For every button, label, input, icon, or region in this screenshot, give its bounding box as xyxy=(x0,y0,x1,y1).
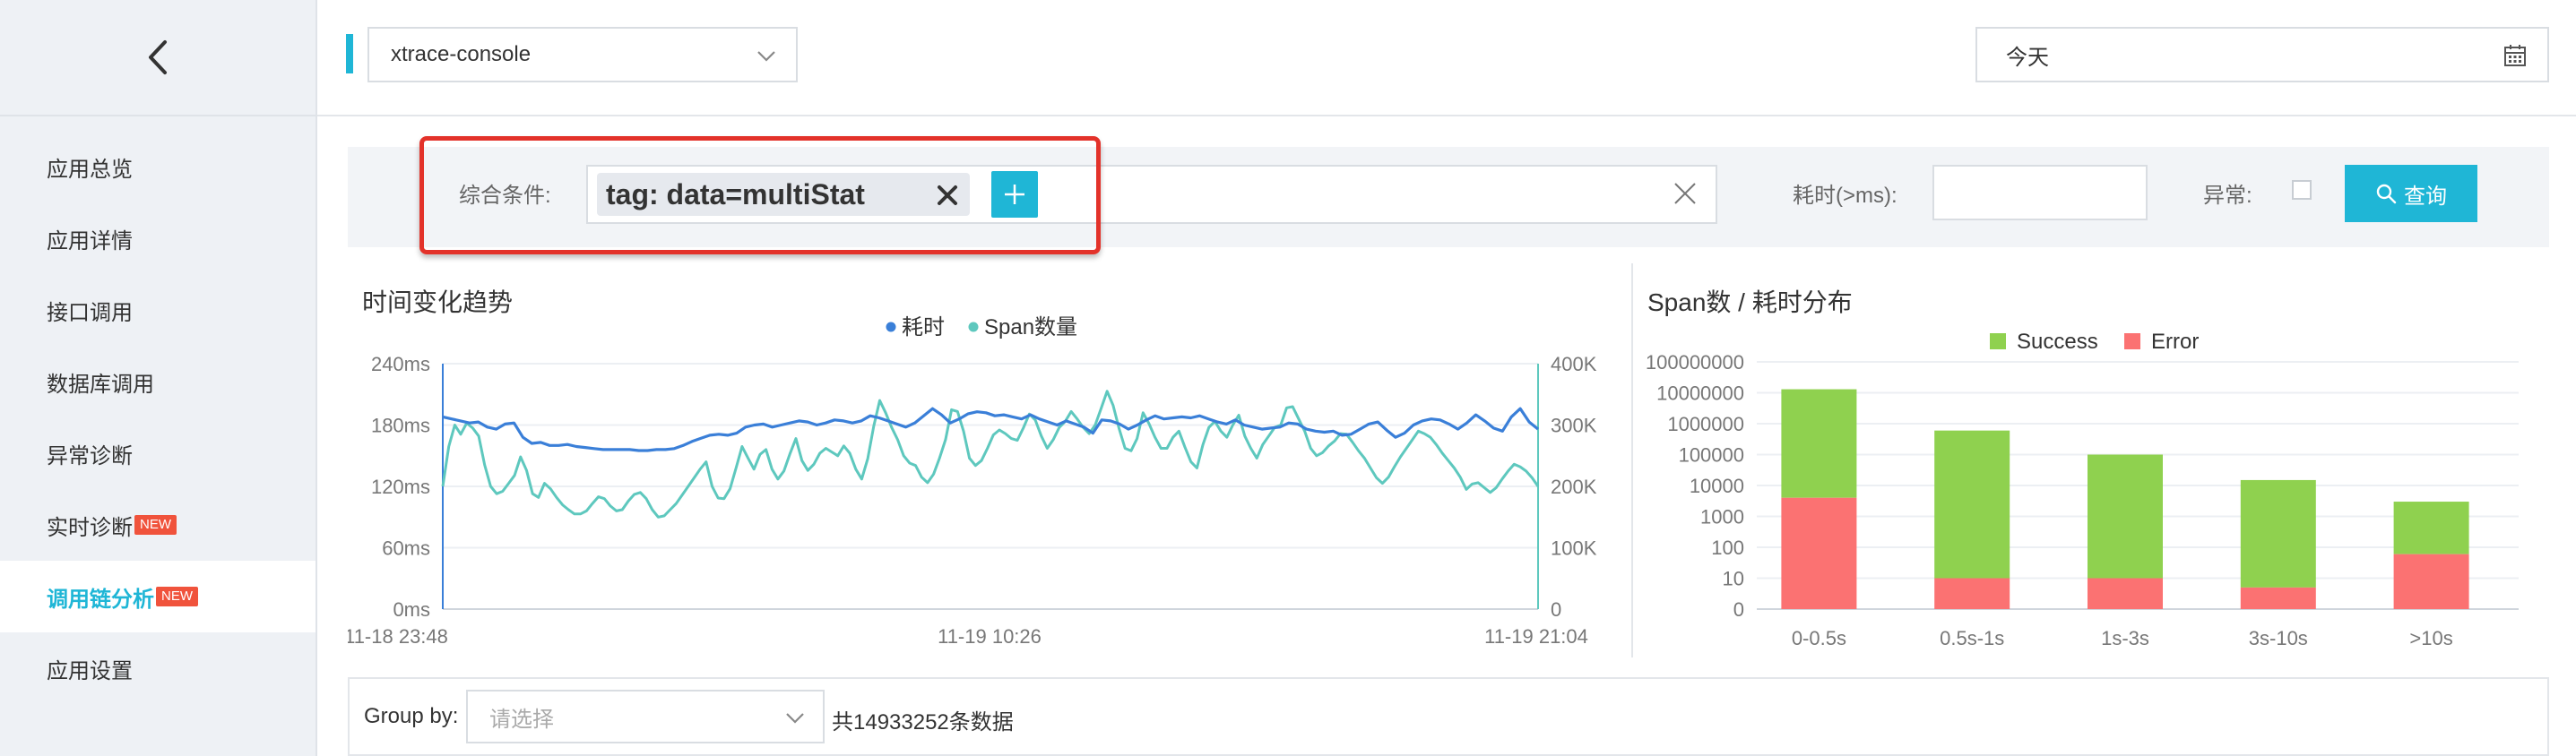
y-right-tick: 100K xyxy=(1551,537,1597,560)
y-left-tick: 60ms xyxy=(382,537,430,560)
accent-bar xyxy=(346,34,353,73)
legend-marker xyxy=(2124,333,2140,349)
bar-legend: Success Error xyxy=(1990,330,2199,354)
x-category-label: 3s-10s xyxy=(2249,627,2308,649)
sidebar-item[interactable]: 数据库调用 xyxy=(0,346,316,417)
success-bar xyxy=(2088,454,2163,579)
app-select[interactable]: xtrace-console xyxy=(367,27,798,82)
x-tick: 11-19 21:04 xyxy=(1484,625,1588,648)
sidebar-item-label: 应用总览 xyxy=(47,157,133,182)
sidebar-item[interactable]: 应用设置 xyxy=(0,632,316,704)
chart-divider xyxy=(1631,263,1633,657)
legend-marker xyxy=(968,322,979,332)
legend-label: 耗时 xyxy=(902,315,945,339)
timeseries-chart: 耗时 Span数量 240ms 180ms 120ms 60ms 0ms 400K 300K 20… xyxy=(348,315,1597,648)
y-tick: 10 xyxy=(1723,568,1744,590)
x-category-label: 0.5s-1s xyxy=(1940,627,2004,649)
error-checkbox[interactable] xyxy=(2292,180,2312,200)
new-badge: NEW xyxy=(156,587,198,606)
groupby-label: Group by: xyxy=(364,704,459,728)
legend-marker xyxy=(1990,333,2006,349)
highlight-annotation xyxy=(419,136,1101,254)
legend-label: Error xyxy=(2151,330,2199,354)
query-button-label: 查询 xyxy=(2404,184,2447,209)
collapse-back-button[interactable] xyxy=(0,0,316,116)
span-count-series-line xyxy=(441,390,1540,519)
sidebar-item-label: 异常诊断 xyxy=(47,443,133,468)
date-picker-value: 今天 xyxy=(2006,45,2049,70)
search-icon xyxy=(2376,184,2397,204)
legend-label: Success xyxy=(2017,330,2098,354)
groupby-select[interactable]: 请选择 xyxy=(466,690,825,743)
error-bar xyxy=(2393,554,2469,609)
sidebar-item-label: 应用设置 xyxy=(47,658,133,683)
sidebar: 应用总览 应用详情 接口调用 数据库调用 异常诊断 实时诊断 NEW 调用链分析 NEW 应用设置 xyxy=(0,0,317,756)
sidebar-item-label: 实时诊断 xyxy=(47,515,133,540)
query-button[interactable]: 查询 xyxy=(2345,165,2477,222)
y-left-tick: 180ms xyxy=(371,415,430,437)
x-tick: 11-19 10:26 xyxy=(938,625,1042,648)
error-bar xyxy=(2088,578,2163,609)
success-bar xyxy=(2240,479,2316,588)
sidebar-item-label: 应用详情 xyxy=(47,228,133,253)
groupby-placeholder: 请选择 xyxy=(489,707,554,732)
x-category-label: 1s-3s xyxy=(2101,627,2149,649)
date-picker[interactable]: 今天 xyxy=(1975,27,2549,82)
new-badge: NEW xyxy=(134,515,177,535)
error-bar xyxy=(1934,578,2010,609)
y-tick: 10000 xyxy=(1690,475,1744,497)
sidebar-item-label: 接口调用 xyxy=(47,300,133,325)
chevron-down-icon xyxy=(786,713,804,724)
success-bar xyxy=(1781,389,1857,498)
error-bar xyxy=(2240,587,2316,609)
sidebar-item[interactable]: 接口调用 xyxy=(0,274,316,346)
sidebar-item-label: 数据库调用 xyxy=(47,372,154,397)
success-bar xyxy=(2393,502,2469,554)
y-tick: 1000 xyxy=(1700,506,1744,528)
sidebar-item[interactable]: 应用总览 xyxy=(0,131,316,202)
sidebar-item[interactable]: 应用详情 xyxy=(0,202,316,274)
y-left-tick: 240ms xyxy=(371,353,430,375)
y-tick: 1000000 xyxy=(1667,413,1744,435)
duration-input[interactable] xyxy=(1932,165,2148,220)
y-tick: 100000 xyxy=(1679,444,1744,467)
x-category-label: >10s xyxy=(2409,627,2452,649)
timeseries-legend: 耗时 Span数量 xyxy=(886,315,1077,339)
chevron-left-icon xyxy=(149,40,167,74)
y-tick: 100000000 xyxy=(1646,351,1744,374)
y-tick: 0 xyxy=(1733,598,1744,621)
y-left-tick: 120ms xyxy=(371,476,430,498)
success-bar xyxy=(1934,430,2010,579)
duration-label: 耗时(>ms): xyxy=(1793,184,1897,208)
y-right-tick: 0 xyxy=(1551,598,1561,621)
y-right-tick: 400K xyxy=(1551,353,1597,375)
y-right-tick: 200K xyxy=(1551,476,1597,498)
error-label: 异常: xyxy=(2203,184,2252,208)
x-tick: 11-18 23:48 xyxy=(348,625,448,648)
sidebar-item[interactable]: 异常诊断 xyxy=(0,417,316,489)
sidebar-item[interactable]: 实时诊断 NEW xyxy=(0,489,316,561)
calendar-icon xyxy=(2504,45,2526,66)
record-count: 共14933252条数据 xyxy=(832,710,1014,735)
error-bar xyxy=(1781,497,1857,609)
clear-conditions-icon[interactable] xyxy=(1673,181,1698,206)
y-left-tick: 0ms xyxy=(393,598,430,621)
y-tick: 10000000 xyxy=(1656,382,1744,405)
bar-chart: Success Error1000000001000000010000001000… xyxy=(1646,330,2519,649)
legend-label: Span数量 xyxy=(984,315,1077,339)
bar-chart-title: Span数 / 耗时分布 xyxy=(1647,288,1853,316)
legend-marker xyxy=(886,322,896,332)
y-right-tick: 300K xyxy=(1551,415,1597,437)
chevron-down-icon xyxy=(757,51,775,62)
sidebar-item[interactable]: 调用链分析 NEW xyxy=(0,561,316,632)
app-select-value: xtrace-console xyxy=(391,42,532,66)
sidebar-item-label: 调用链分析 xyxy=(47,587,154,612)
y-tick: 100 xyxy=(1711,537,1744,559)
x-category-label: 0-0.5s xyxy=(1792,627,1846,649)
